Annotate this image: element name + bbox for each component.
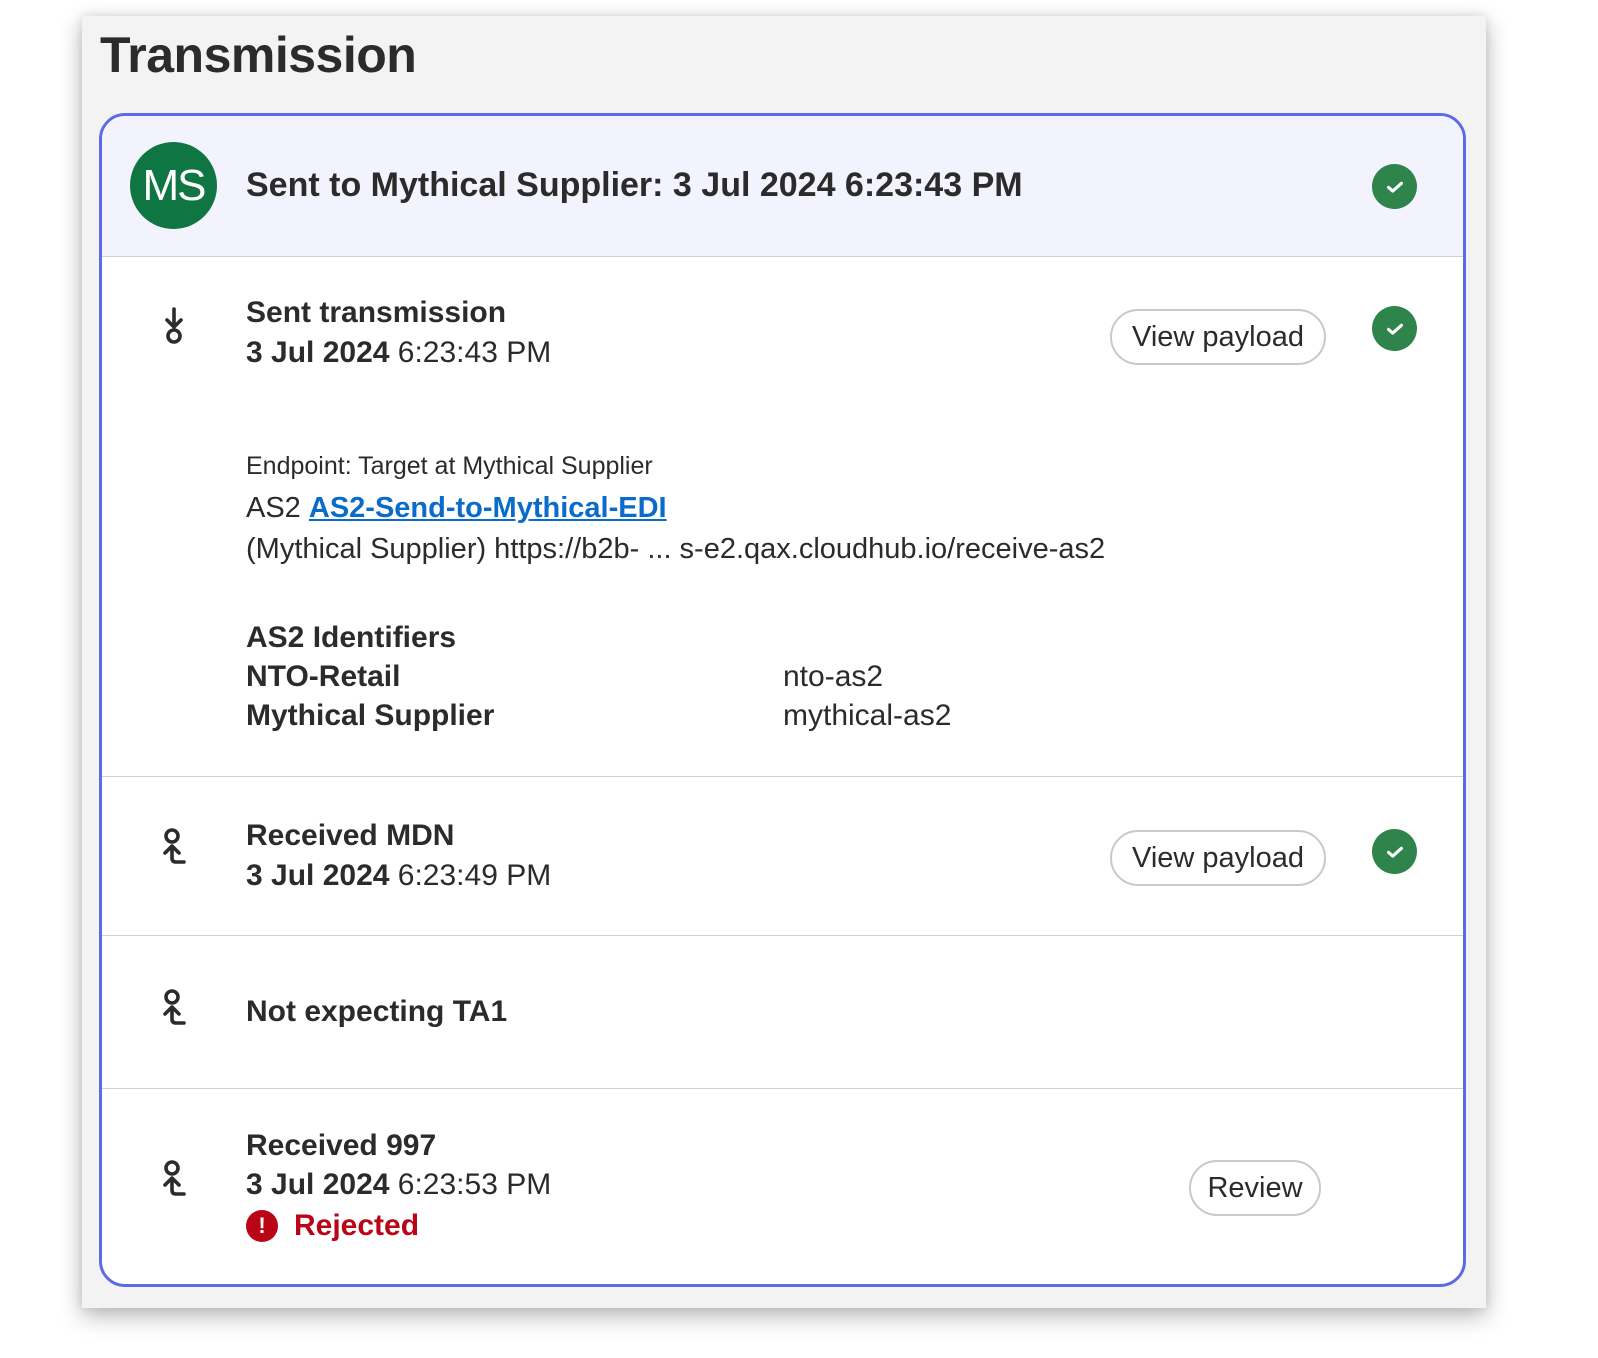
receive-arrow-icon [156, 988, 192, 1028]
identifier-name: Mythical Supplier [246, 699, 495, 732]
view-payload-button[interactable]: View payload [1110, 830, 1326, 886]
view-payload-button[interactable]: View payload [1110, 309, 1326, 365]
timeline-row-received-mdn: Received MDN 3 Jul 2024 6:23:49 PM View … [102, 777, 1463, 936]
endpoint-url: (Mythical Supplier) https://b2b- ... s-e… [246, 533, 1106, 565]
identifier-value: nto-as2 [783, 660, 884, 693]
transmission-panel: Transmission MS Sent to Mythical Supplie… [82, 16, 1486, 1308]
identifiers-title: AS2 Identifiers [246, 621, 457, 654]
row-date: 3 Jul 2024 [246, 336, 390, 369]
row-title: Not expecting TA1 [246, 995, 508, 1028]
send-arrow-down-icon [156, 306, 192, 346]
identifier-value: mythical-as2 [783, 699, 952, 732]
row-date: 3 Jul 2024 [246, 1168, 390, 1201]
receive-arrow-icon [156, 1159, 192, 1199]
status-badge: ! Rejected [246, 1209, 419, 1243]
row-timestamp: 3 Jul 2024 6:23:53 PM [246, 1168, 551, 1202]
review-button[interactable]: Review [1189, 1160, 1321, 1216]
row-title: Received MDN [246, 819, 455, 852]
row-timestamp: 3 Jul 2024 6:23:43 PM [246, 336, 551, 370]
check-circle-icon [1372, 829, 1417, 874]
status-text: Rejected [294, 1209, 420, 1242]
endpoint-label: Endpoint: Target at Mythical Supplier [246, 452, 653, 480]
card-header: MS Sent to Mythical Supplier: 3 Jul 2024… [102, 116, 1463, 257]
row-time: 6:23:43 PM [397, 336, 552, 369]
row-title: Received 997 [246, 1129, 437, 1162]
connection-line: AS2 AS2-Send-to-Mythical-EDI [246, 492, 667, 525]
row-title: Sent transmission [246, 296, 507, 329]
page-title: Transmission [100, 27, 417, 83]
timeline-row-sent-transmission: Sent transmission 3 Jul 2024 6:23:43 PM … [102, 256, 1463, 777]
connection-link[interactable]: AS2-Send-to-Mythical-EDI [309, 492, 667, 524]
check-circle-icon [1372, 306, 1417, 351]
error-icon: ! [246, 1210, 278, 1242]
transmission-card: MS Sent to Mythical Supplier: 3 Jul 2024… [99, 113, 1466, 1287]
avatar: MS [130, 142, 217, 229]
row-timestamp: 3 Jul 2024 6:23:49 PM [246, 859, 551, 893]
protocol-label: AS2 [246, 492, 301, 524]
header-title: Sent to Mythical Supplier: 3 Jul 2024 6:… [246, 166, 1023, 204]
check-circle-icon [1372, 164, 1417, 209]
row-time: 6:23:53 PM [397, 1168, 552, 1201]
row-time: 6:23:49 PM [397, 859, 552, 892]
identifier-name: NTO-Retail [246, 660, 401, 693]
receive-arrow-icon [156, 827, 192, 867]
timeline-row-ta1: Not expecting TA1 [102, 936, 1463, 1089]
row-date: 3 Jul 2024 [246, 859, 390, 892]
timeline-row-received-997: Received 997 3 Jul 2024 6:23:53 PM ! Rej… [102, 1089, 1463, 1284]
